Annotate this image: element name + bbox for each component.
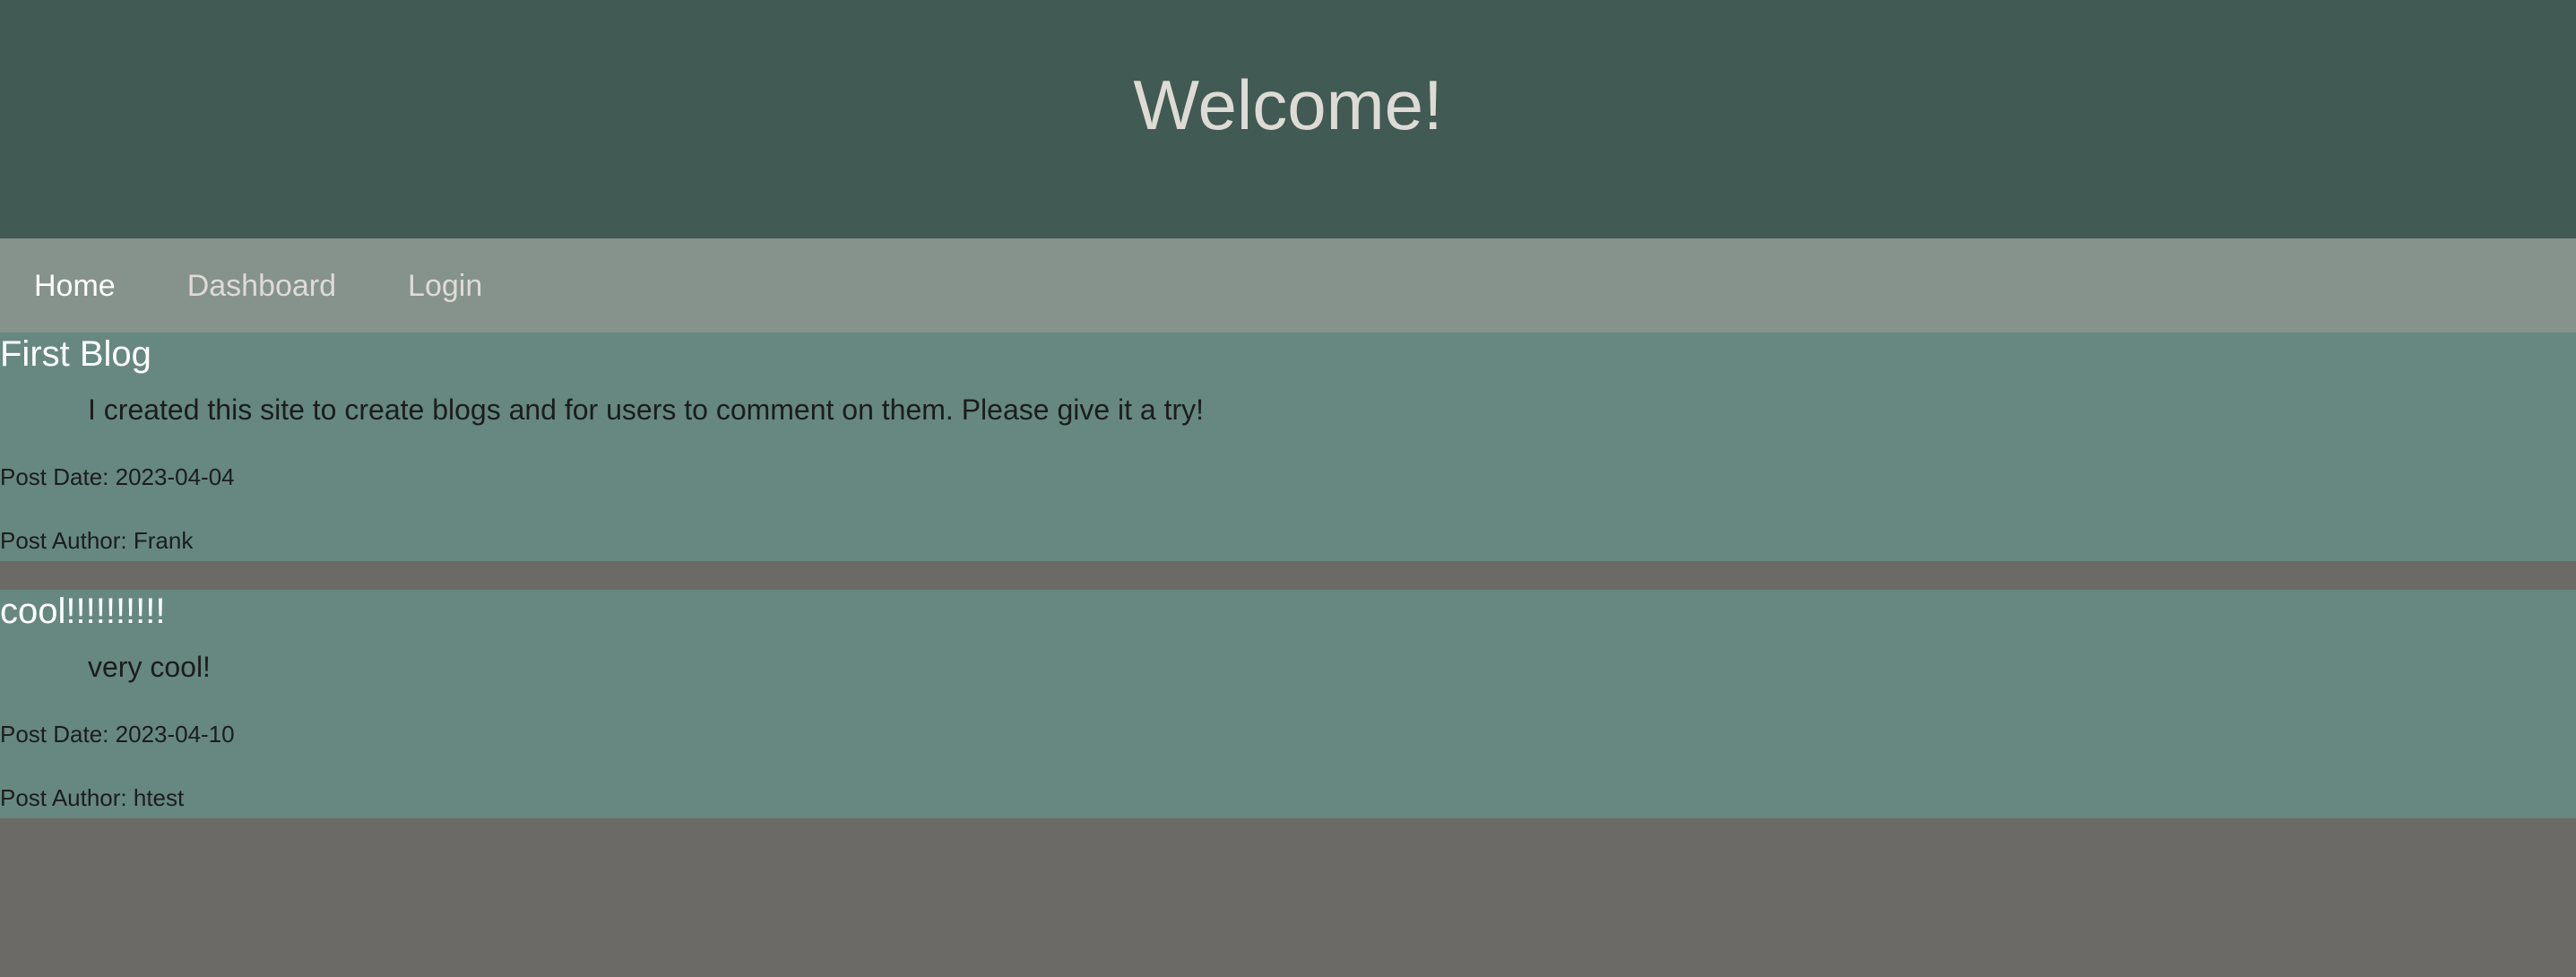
site-header: Welcome!: [0, 0, 2576, 238]
post-author: Post Author: Frank: [0, 527, 194, 554]
post-body: I created this site to create blogs and …: [88, 393, 1205, 426]
nav-dashboard-link[interactable]: Dashboard: [187, 271, 336, 301]
post-date: Post Date: 2023-04-10: [0, 721, 235, 748]
main-nav: Home Dashboard Login: [0, 238, 2576, 333]
nav-home-link[interactable]: Home: [34, 271, 116, 301]
post-body: very cool!: [88, 651, 211, 683]
post-date: Post Date: 2023-04-04: [0, 463, 235, 490]
post-title[interactable]: First Blog: [0, 336, 151, 372]
post-title[interactable]: cool!!!!!!!!!!: [0, 593, 166, 629]
nav-login-link[interactable]: Login: [408, 271, 482, 301]
blog-post[interactable]: cool!!!!!!!!!! very cool! Post Date: 202…: [0, 590, 2576, 818]
page-title: Welcome!: [1133, 65, 1443, 144]
post-author: Post Author: htest: [0, 784, 185, 811]
post-list: First Blog I created this site to create…: [0, 333, 2576, 818]
blog-post[interactable]: First Blog I created this site to create…: [0, 333, 2576, 561]
